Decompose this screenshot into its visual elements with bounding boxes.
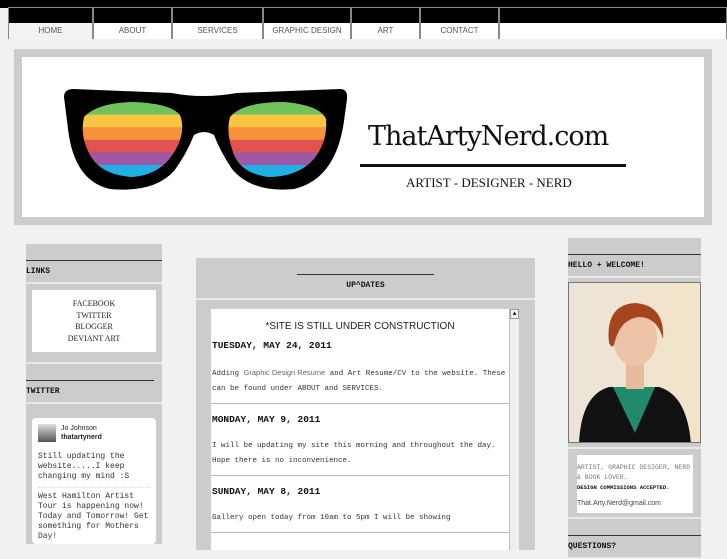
- scrollbar[interactable]: ▲: [509, 309, 519, 550]
- bio-text: ARTIST, GRAPHIC DESIGER, NERD & BOOK LOV…: [577, 464, 691, 481]
- tweet: West Hamilton Artist Tour is happening n…: [38, 490, 150, 544]
- tweet: Still updating the website.....I keep ch…: [38, 450, 150, 488]
- right-sidebar: HELLO + WELCOME! ARTIST, GRAPHIC DESIGER…: [568, 238, 701, 559]
- link-facebook[interactable]: FACEBOOK: [32, 298, 156, 310]
- scroll-up-arrow-icon[interactable]: ▲: [510, 309, 519, 319]
- updates-heading: UP^DATES: [346, 281, 385, 290]
- post-date: TUESDAY, MAY 24, 2011: [212, 340, 332, 351]
- nav-home-label[interactable]: HOME: [9, 23, 92, 39]
- main-nav: HOME ABOUT SERVICES GRAPHIC DESIGN ART C…: [8, 7, 727, 39]
- left-sidebar: LINKS FACEBOOK TWITTER BLOGGER DEVIANT A…: [26, 244, 162, 544]
- links-list: FACEBOOK TWITTER BLOGGER DEVIANT ART: [32, 290, 156, 352]
- nav-services[interactable]: SERVICES: [172, 7, 263, 39]
- post-date: SUNDAY, MAY 8, 2011: [212, 486, 321, 497]
- link-twitter[interactable]: TWITTER: [32, 310, 156, 322]
- graphic-design-resume-link[interactable]: Graphic Design Resume: [244, 368, 326, 377]
- site-title: ThatArtyNerd.com: [368, 121, 609, 152]
- avatar[interactable]: [38, 424, 56, 442]
- nav-art[interactable]: ART: [351, 7, 420, 39]
- nav-graphic-design[interactable]: GRAPHIC DESIGN: [263, 7, 351, 39]
- nav-art-label[interactable]: ART: [352, 23, 419, 39]
- link-blogger[interactable]: BLOGGER: [32, 321, 156, 333]
- nav-about-label[interactable]: ABOUT: [94, 23, 171, 39]
- email-link[interactable]: That.Arty.Nerd@gmail.com: [577, 499, 693, 509]
- twitter-name: Jo Johnson: [61, 425, 97, 432]
- questions-heading: QUESTIONS?: [568, 542, 617, 551]
- updates-panel: UP^DATES *SITE IS STILL UNDER CONSTRUCTI…: [196, 258, 535, 550]
- title-divider: [360, 164, 626, 167]
- links-heading: LINKS: [26, 267, 51, 276]
- post-date: MONDAY, MAY 9, 2011: [212, 414, 321, 425]
- twitter-heading: TWITTER: [26, 387, 60, 396]
- site-header: ThatArtyNerd.com ARTIST - DESIGNER - NER…: [14, 49, 712, 225]
- profile-photo: [568, 282, 701, 443]
- post-text: I will be updating my site this morning …: [212, 442, 496, 465]
- update-post: TUESDAY, MAY 24, 2011 Adding Graphic Des…: [211, 340, 509, 404]
- nav-home[interactable]: HOME: [8, 7, 93, 39]
- tagline: ARTIST - DESIGNER - NERD: [406, 175, 572, 190]
- nav-filler: [499, 7, 727, 39]
- post-text: Gallery open today from 10am to 5pm I wi…: [212, 514, 451, 522]
- nav-graphic-design-label[interactable]: GRAPHIC DESIGN: [264, 23, 350, 39]
- construction-notice: *SITE IS STILL UNDER CONSTRUCTION: [265, 321, 455, 332]
- updates-scroll-area[interactable]: *SITE IS STILL UNDER CONSTRUCTION TUESDA…: [211, 309, 519, 550]
- update-post: SUNDAY, MAY 8, 2011 Gallery open today fr…: [211, 486, 509, 533]
- nav-about[interactable]: ABOUT: [93, 7, 172, 39]
- rainbow-glasses-logo: [64, 89, 347, 190]
- link-deviant-art[interactable]: DEVIANT ART: [32, 333, 156, 345]
- nav-contact[interactable]: CONTACT: [420, 7, 499, 39]
- twitter-handle[interactable]: thatartynerd: [61, 433, 102, 442]
- post-text: Adding: [212, 370, 244, 378]
- update-post: MONDAY, MAY 9, 2011 I will be updating my…: [211, 414, 509, 476]
- nav-filler-label: [500, 23, 726, 39]
- commissions-text: DESIGN COMMISSIONS ACCEPTED.: [577, 484, 670, 491]
- nav-contact-label[interactable]: CONTACT: [421, 23, 498, 39]
- twitter-widget: Jo Johnson thatartynerd Still updating th…: [32, 418, 156, 544]
- welcome-heading: HELLO + WELCOME!: [568, 261, 645, 270]
- nav-services-label[interactable]: SERVICES: [173, 23, 262, 39]
